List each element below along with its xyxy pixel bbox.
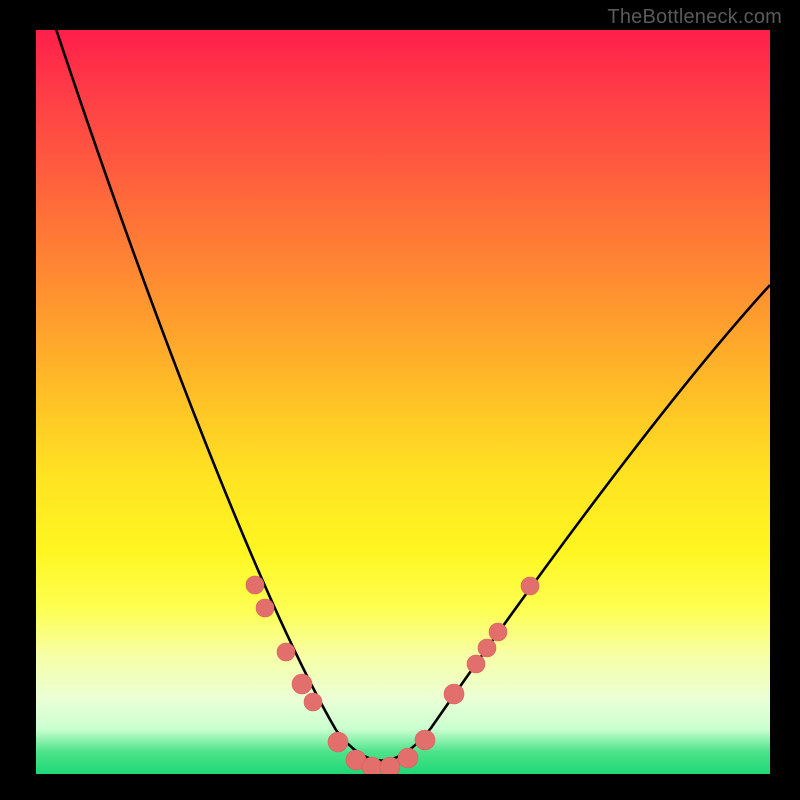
data-points-group	[246, 576, 539, 774]
data-point	[380, 757, 400, 774]
data-point	[328, 732, 348, 752]
data-point	[304, 693, 322, 711]
data-point	[521, 577, 539, 595]
watermark-label: TheBottleneck.com	[607, 6, 782, 29]
data-point	[398, 748, 418, 768]
data-point	[246, 576, 264, 594]
chart-frame: TheBottleneck.com	[0, 0, 800, 800]
data-point	[292, 674, 312, 694]
data-point	[478, 639, 496, 657]
data-point	[256, 599, 274, 617]
data-point	[277, 643, 295, 661]
curve-layer	[36, 30, 770, 774]
data-point	[415, 730, 435, 750]
data-point	[444, 684, 464, 704]
data-point	[362, 757, 382, 774]
data-point	[467, 655, 485, 673]
plot-area	[36, 30, 770, 774]
data-point	[489, 623, 507, 641]
bottleneck-curve	[53, 30, 770, 761]
